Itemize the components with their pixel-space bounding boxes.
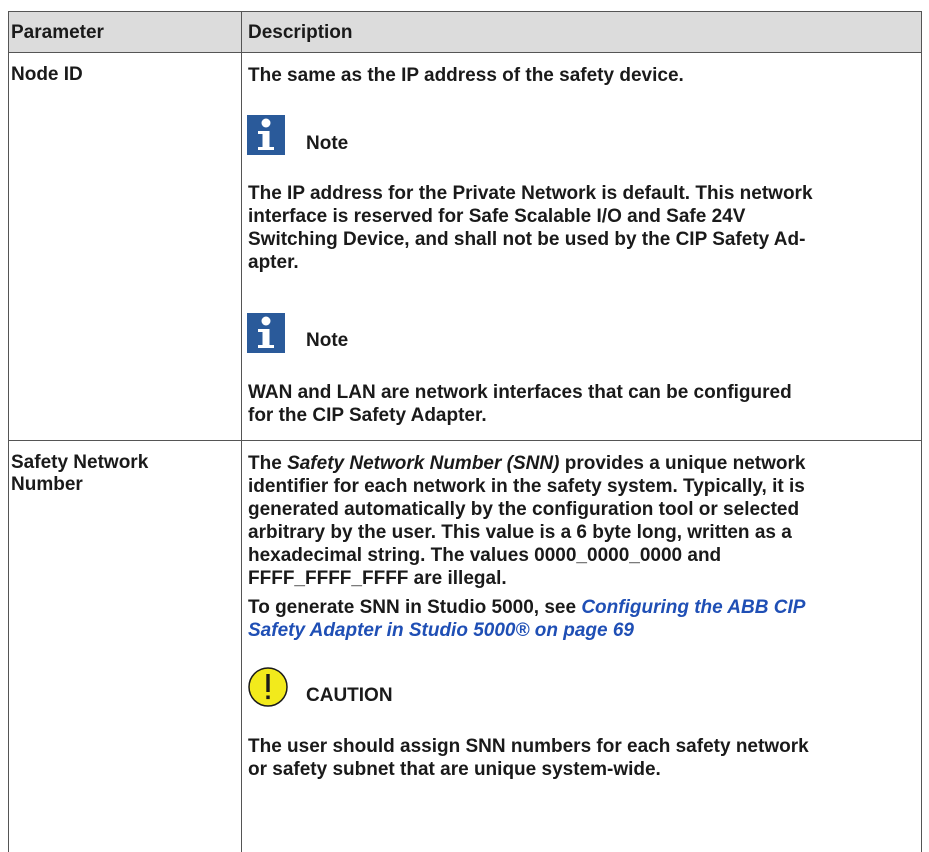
snn-para2-line-2: Safety Adapter in Studio 5000® on page 6… (248, 619, 634, 642)
note-info-icon (247, 115, 285, 155)
studio-5000-config-link[interactable]: Configuring the ABB CIP (581, 597, 805, 618)
caution-line-1: The user should assign SNN numbers for e… (248, 736, 809, 757)
note-label: Note (306, 330, 349, 351)
caution-label: CAUTION (306, 685, 393, 706)
parameter-table: Parameter Description Node ID The same a… (8, 11, 922, 852)
table-border-right (921, 11, 922, 852)
snn-para1-line-1: The Safety Network Number (SNN) provides… (248, 453, 806, 474)
row-divider (8, 440, 922, 441)
param-node-id: Node ID (11, 64, 83, 85)
caution-icon (248, 667, 288, 707)
snn-para1-line-5: hexadecimal string. The values 0000_0000… (248, 545, 722, 566)
header-divider (8, 52, 922, 53)
note1-line-3: Switching Device, and shall not be used … (248, 229, 806, 250)
snn-para1-line-3: generated automatically by the configura… (248, 499, 800, 520)
table-border-top (8, 11, 922, 12)
table-column-divider (241, 11, 242, 852)
note1-line-1: The IP address for the Private Network i… (248, 183, 813, 204)
table-border-left (8, 11, 9, 852)
node-id-intro: The same as the IP address of the safety… (248, 65, 684, 86)
snn-para1-line-2: identifier for each network in the safet… (248, 476, 805, 497)
snn-term: Safety Network Number (SNN) (287, 453, 560, 474)
table-header-row (8, 11, 922, 52)
note-info-icon (247, 313, 285, 353)
param-snn-line-2: Number (11, 474, 83, 495)
studio-5000-config-link-cont[interactable]: Safety Adapter in Studio 5000® on page 6… (248, 620, 634, 641)
note1-line-4: apter. (248, 252, 299, 273)
snn-para1-line-6: FFFF_FFFF_FFFF are illegal. (248, 568, 507, 589)
note-label: Note (306, 133, 349, 154)
caution-line-2: or safety subnet that are unique system-… (248, 759, 661, 780)
header-parameter: Parameter (11, 22, 104, 43)
snn-para1-line-4: arbitrary by the user. This value is a 6… (248, 522, 792, 543)
param-snn-line-1: Safety Network (11, 452, 149, 473)
note2-line-2: for the CIP Safety Adapter. (248, 405, 487, 426)
note1-line-2: interface is reserved for Safe Scalable … (248, 206, 746, 227)
header-description: Description (248, 22, 353, 43)
note2-line-1: WAN and LAN are network interfaces that … (248, 382, 792, 403)
snn-para2-line-1: To generate SNN in Studio 5000, see Conf… (248, 597, 806, 618)
